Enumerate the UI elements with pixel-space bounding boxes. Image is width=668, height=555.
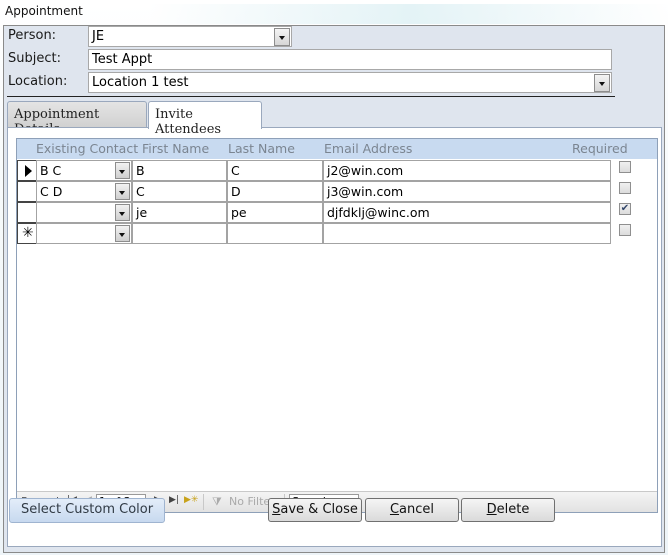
existing-contact-cell[interactable] bbox=[36, 223, 132, 244]
cancel-accel: C bbox=[389, 502, 400, 517]
existing-contact-cell[interactable]: C D bbox=[36, 181, 132, 202]
location-value: Location 1 test bbox=[92, 75, 189, 90]
email-cell[interactable] bbox=[323, 223, 611, 244]
attendees-subform: Existing Contact First Name Last Name Em… bbox=[16, 138, 658, 513]
table-row[interactable]: je pe djfdklj@winc.om ✔ bbox=[17, 202, 631, 223]
last-name-cell[interactable] bbox=[227, 223, 323, 244]
existing-contact-value: B C bbox=[40, 163, 62, 178]
new-record-icon[interactable]: ▶✳ bbox=[184, 495, 198, 505]
subject-label: Subject: bbox=[8, 51, 61, 66]
table-row[interactable]: B C B C j2@win.com bbox=[17, 160, 631, 181]
person-label: Person: bbox=[8, 28, 57, 43]
cancel-label: ancel bbox=[399, 502, 435, 517]
person-combo[interactable]: JE bbox=[88, 26, 292, 47]
check-mark-icon: ✔ bbox=[620, 203, 630, 214]
first-name-cell[interactable]: B bbox=[132, 160, 227, 181]
new-record-star-icon: ✳ bbox=[22, 225, 34, 241]
contact-dropdown-button[interactable] bbox=[115, 183, 130, 200]
contact-dropdown-button[interactable] bbox=[115, 162, 130, 179]
save-close-button[interactable]: Save & Close bbox=[268, 498, 362, 522]
save-close-label: ave & Close bbox=[280, 502, 358, 517]
required-checkbox[interactable] bbox=[619, 182, 631, 194]
person-dropdown-button[interactable] bbox=[274, 28, 290, 46]
existing-contact-value: C D bbox=[40, 184, 63, 199]
email-cell[interactable]: j3@win.com bbox=[323, 181, 611, 202]
select-custom-color-button[interactable]: Select Custom Color bbox=[9, 498, 165, 523]
record-selector[interactable] bbox=[17, 181, 37, 202]
record-selector[interactable]: ✳ bbox=[17, 223, 37, 244]
col-email-address: Email Address bbox=[324, 141, 413, 156]
appointment-form: Person: JE Subject: Test Appt Location: … bbox=[3, 25, 665, 553]
email-cell[interactable]: j2@win.com bbox=[323, 160, 611, 181]
last-name-cell[interactable]: C bbox=[227, 160, 323, 181]
existing-contact-cell[interactable] bbox=[36, 202, 132, 223]
email-cell[interactable]: djfdklj@winc.om bbox=[323, 202, 611, 223]
location-dropdown-button[interactable] bbox=[594, 74, 610, 92]
last-record-icon[interactable]: ▶| bbox=[169, 495, 179, 505]
existing-contact-cell[interactable]: B C bbox=[36, 160, 132, 181]
record-selector[interactable] bbox=[17, 202, 37, 223]
table-row[interactable]: C D C D j3@win.com bbox=[17, 181, 631, 202]
delete-button[interactable]: Delete bbox=[461, 498, 555, 522]
first-name-cell[interactable] bbox=[132, 223, 227, 244]
subject-input[interactable]: Test Appt bbox=[88, 49, 612, 70]
tab-invite-attendees[interactable]: Invite Attendees bbox=[148, 101, 262, 137]
first-name-cell[interactable]: je bbox=[132, 202, 227, 223]
last-name-cell[interactable]: pe bbox=[227, 202, 323, 223]
current-record-icon bbox=[25, 165, 32, 177]
delete-label: elete bbox=[496, 502, 530, 517]
last-name-cell[interactable]: D bbox=[227, 181, 323, 202]
filter-icon: ⧩ bbox=[212, 495, 222, 508]
window-title: Appointment bbox=[5, 4, 83, 18]
attendees-header: Existing Contact First Name Last Name Em… bbox=[17, 139, 657, 159]
contact-dropdown-button[interactable] bbox=[115, 225, 130, 242]
col-first-name: First Name bbox=[142, 141, 210, 156]
new-record-row[interactable]: ✳ bbox=[17, 223, 631, 244]
tab-appointment-details[interactable]: Appointment Details bbox=[7, 101, 147, 137]
delete-accel: D bbox=[486, 502, 497, 517]
first-name-cell[interactable]: C bbox=[132, 181, 227, 202]
col-existing-contact: Existing Contact bbox=[36, 141, 139, 156]
navigator-divider bbox=[203, 494, 204, 510]
title-bar-glow bbox=[150, 4, 668, 24]
required-checkbox[interactable] bbox=[619, 224, 631, 236]
required-checkbox-checked[interactable]: ✔ bbox=[619, 203, 631, 215]
contact-dropdown-button[interactable] bbox=[115, 204, 130, 221]
required-checkbox[interactable] bbox=[619, 161, 631, 173]
col-last-name: Last Name bbox=[228, 141, 295, 156]
location-label: Location: bbox=[8, 74, 68, 89]
header-divider bbox=[7, 96, 615, 97]
location-combo[interactable]: Location 1 test bbox=[88, 72, 612, 93]
cancel-button[interactable]: Cancel bbox=[365, 498, 459, 522]
record-selector[interactable] bbox=[17, 160, 37, 181]
invite-attendees-panel: Existing Contact First Name Last Name Em… bbox=[7, 127, 662, 547]
col-required: Required bbox=[572, 141, 628, 156]
subject-value: Test Appt bbox=[92, 52, 153, 67]
person-value: JE bbox=[92, 29, 105, 44]
